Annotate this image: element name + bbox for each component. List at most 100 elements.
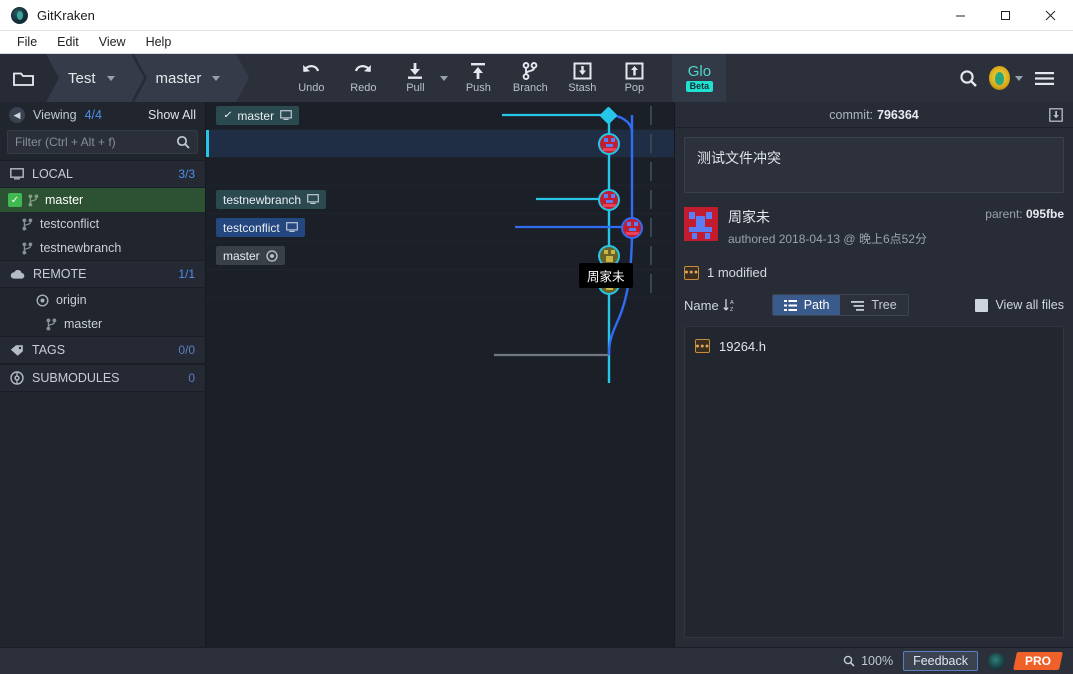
ref-chip-origin-master[interactable]: master (216, 246, 285, 265)
file-view-controls: Name AZ Path Tree View all files (684, 294, 1064, 316)
filter-row[interactable] (7, 130, 198, 154)
svg-text:Z: Z (730, 307, 734, 312)
push-label: Push (465, 82, 491, 94)
sort-by-name-button[interactable]: Name AZ (684, 298, 736, 313)
ref-labels: ✓ master (206, 106, 386, 125)
monitor-icon (285, 222, 298, 233)
parent-hash: 095fbe (1025, 207, 1064, 221)
commit-node-avatar[interactable] (598, 133, 620, 155)
sidebar-item-origin[interactable]: origin (0, 288, 205, 312)
feedback-button[interactable]: Feedback (903, 651, 978, 671)
sidebar-item-master[interactable]: ✓ master (0, 188, 205, 212)
pro-badge[interactable]: PRO (1013, 652, 1063, 670)
filter-input[interactable] (15, 135, 176, 149)
show-all-button[interactable]: Show All (148, 108, 196, 122)
branch-button[interactable]: Branch (504, 54, 556, 102)
sidebar-item-testconflict[interactable]: testconflict (0, 212, 205, 236)
modified-count: 1 modified (707, 265, 767, 280)
minimize-button[interactable] (938, 0, 983, 31)
ref-label: testnewbranch (223, 192, 302, 207)
section-count: 1/1 (178, 267, 195, 281)
menu-bar: File Edit View Help (0, 31, 1073, 54)
sidebar-item-testnewbranch[interactable]: testnewbranch (0, 236, 205, 260)
window-controls (938, 0, 1073, 31)
commit-message-box[interactable]: 测试文件冲突 (684, 137, 1064, 193)
branch-name: master (155, 69, 202, 87)
sidebar-section-submodules[interactable]: SUBMODULES 0 (0, 364, 205, 392)
main-content: ◀ Viewing 4/4 Show All LOCAL 3/3 ✓ maste… (0, 102, 1073, 647)
branch-selector[interactable]: master (133, 54, 250, 102)
commit-node-avatar[interactable] (621, 217, 643, 239)
push-button[interactable]: Push (452, 54, 504, 102)
sidebar-item-origin-master[interactable]: master (0, 312, 205, 336)
menu-help[interactable]: Help (137, 32, 181, 52)
svg-text:A: A (730, 300, 734, 306)
close-button[interactable] (1028, 0, 1073, 31)
menu-view[interactable]: View (90, 32, 135, 52)
commit-time: 2 weeks ago (674, 249, 675, 263)
open-repo-button[interactable] (0, 54, 46, 102)
author-tooltip: 周家未 (579, 263, 633, 288)
menu-file[interactable]: File (8, 32, 46, 52)
section-count: 3/3 (178, 167, 195, 181)
remote-icon (36, 293, 49, 307)
checkmark-icon: ✓ (8, 193, 22, 207)
search-icon[interactable] (951, 54, 985, 102)
file-icon: ●●● (695, 339, 710, 353)
download-icon[interactable] (1049, 107, 1063, 122)
maximize-button[interactable] (983, 0, 1028, 31)
sidebar: ◀ Viewing 4/4 Show All LOCAL 3/3 ✓ maste… (0, 102, 206, 647)
stash-button[interactable]: Stash (556, 54, 608, 102)
path-view-button[interactable]: Path (772, 295, 841, 315)
view-all-files-checkbox[interactable]: View all files (975, 298, 1064, 312)
repo-breadcrumb: Test master (0, 54, 250, 102)
main-toolbar: Test master Undo Redo Pull Push Branch S… (0, 54, 1073, 102)
branch-label: Branch (512, 82, 548, 94)
tree-icon (851, 300, 865, 311)
zoom-control[interactable]: 100% (843, 654, 893, 668)
name-label: Name (684, 297, 719, 313)
view-all-label: View all files (995, 298, 1064, 312)
stash-label: Stash (568, 82, 597, 94)
ref-labels: testnewbranch (206, 190, 386, 209)
path-tree-toggle: Path Tree (771, 294, 909, 316)
hamburger-icon[interactable] (1027, 54, 1061, 102)
file-list-item[interactable]: ●●● 19264.h (695, 335, 1053, 357)
repo-selector[interactable]: Test (46, 54, 143, 102)
menu-edit[interactable]: Edit (48, 32, 88, 52)
pop-label: Pop (624, 82, 645, 94)
sidebar-section-tags[interactable]: TAGS 0/0 (0, 336, 205, 364)
gitkraken-logo-icon (987, 652, 1005, 670)
undo-button[interactable]: Undo (285, 54, 337, 102)
undo-label: Undo (298, 82, 325, 94)
sidebar-item-label: master (45, 193, 84, 207)
repo-name: Test (68, 69, 96, 87)
path-label: Path (803, 298, 830, 312)
author-name: 周家未 (728, 209, 770, 225)
ref-label: master (237, 108, 275, 123)
ref-chip-master[interactable]: ✓ master (216, 106, 300, 125)
branch-icon (46, 318, 57, 330)
pull-button[interactable]: Pull (389, 54, 441, 102)
pop-button[interactable]: Pop (608, 54, 660, 102)
glo-button[interactable]: Glo Beta (672, 54, 727, 102)
pro-label: PRO (1024, 654, 1051, 668)
chevron-down-icon (212, 75, 221, 81)
sidebar-section-local[interactable]: LOCAL 3/3 (0, 160, 205, 188)
branch-icon (22, 218, 33, 230)
tree-view-button[interactable]: Tree (840, 295, 908, 315)
status-bar: 100% Feedback PRO (0, 647, 1073, 674)
sidebar-item-label: master (64, 317, 103, 331)
ref-chip-testconflict[interactable]: testconflict (216, 218, 305, 237)
title-bar: GitKraken (0, 0, 1073, 31)
commit-node-avatar[interactable] (598, 189, 620, 211)
pull-dropdown-button[interactable] (436, 54, 450, 102)
sidebar-section-remote[interactable]: REMOTE 1/1 (0, 260, 205, 288)
ref-chip-testnewbranch[interactable]: testnewbranch (216, 190, 327, 209)
monitor-icon (280, 110, 292, 121)
collapse-sidebar-button[interactable]: ◀ (9, 107, 25, 123)
section-label: TAGS (32, 343, 66, 357)
redo-button[interactable]: Redo (337, 54, 389, 102)
checkbox-icon (975, 298, 989, 312)
profile-avatar[interactable] (989, 54, 1023, 102)
